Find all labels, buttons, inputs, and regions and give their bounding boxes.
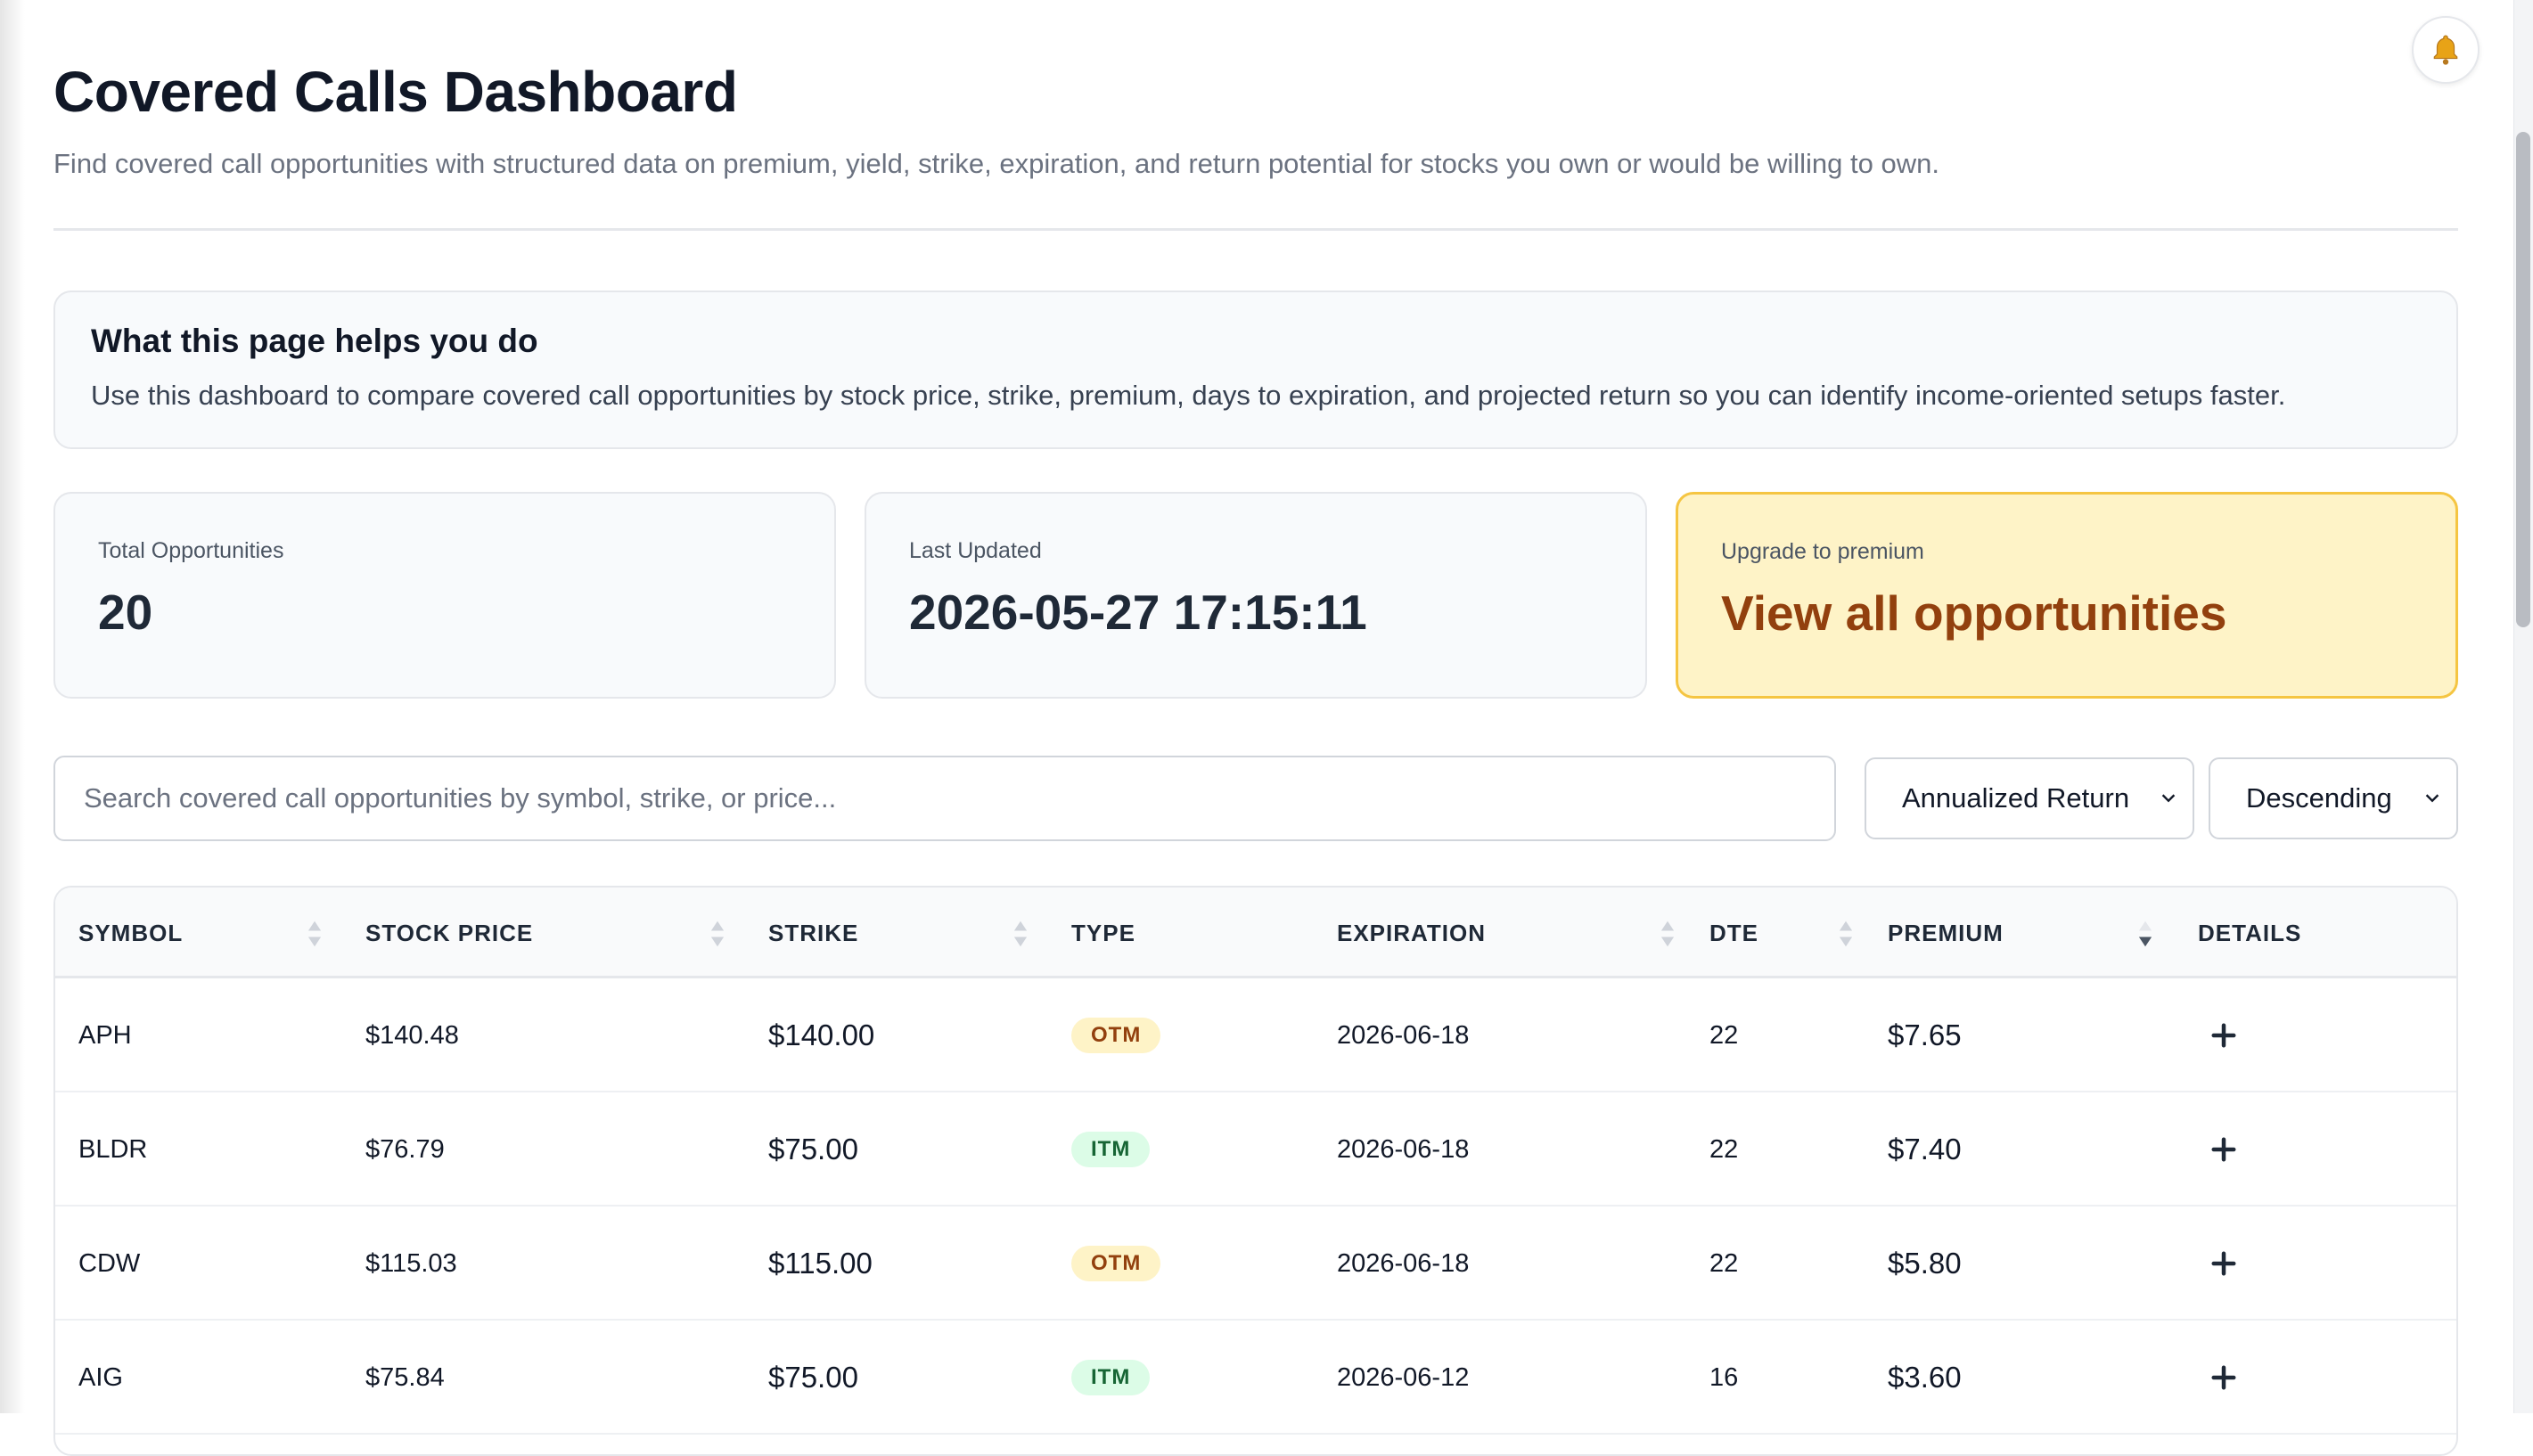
table-row: BLDR $76.79 $75.00 ITM 2026-06-18 22 $7.… bbox=[55, 1092, 2456, 1207]
expand-details-button[interactable] bbox=[2210, 1207, 2237, 1321]
column-header-type: TYPE bbox=[1071, 919, 1135, 946]
cell-strike: $75.00 bbox=[768, 1361, 858, 1394]
search-input[interactable] bbox=[53, 756, 1836, 841]
last-updated-value: 2026-05-27 17:15:11 bbox=[909, 585, 1367, 640]
total-opportunities-card: Total Opportunities 20 bbox=[53, 492, 836, 699]
cell-symbol: CDW bbox=[78, 1248, 141, 1278]
cell-stock-price: $75.84 bbox=[365, 1362, 445, 1392]
page-subtitle: Find covered call opportunities with str… bbox=[53, 148, 1939, 179]
column-header-strike[interactable]: STRIKE bbox=[768, 888, 858, 978]
plus-icon bbox=[2211, 1251, 2236, 1276]
view-all-opportunities-link[interactable]: View all opportunities bbox=[1721, 585, 2413, 642]
table-row: AIG $75.84 $75.00 ITM 2026-06-12 16 $3.6… bbox=[55, 1321, 2456, 1435]
cell-premium: $5.80 bbox=[1888, 1247, 1962, 1280]
plus-icon bbox=[2211, 1365, 2236, 1390]
cell-type: ITM bbox=[1071, 1321, 1151, 1435]
column-header-premium[interactable]: PREMIUM bbox=[1888, 888, 2004, 978]
page-title: Covered Calls Dashboard bbox=[53, 60, 738, 124]
sort-icon[interactable] bbox=[1660, 920, 1676, 948]
cell-premium: $3.60 bbox=[1888, 1361, 1962, 1394]
type-badge: ITM bbox=[1071, 1132, 1151, 1167]
bell-icon bbox=[2433, 35, 2458, 65]
sort-field-value: Annualized Return bbox=[1902, 782, 2130, 814]
header-divider bbox=[53, 228, 2458, 231]
cell-symbol: AIG bbox=[78, 1362, 123, 1392]
sort-order-select[interactable]: Descending bbox=[2209, 757, 2458, 839]
cell-expiration: 2026-06-18 bbox=[1337, 1248, 1470, 1278]
info-card: What this page helps you do Use this das… bbox=[53, 290, 2458, 449]
last-updated-label: Last Updated bbox=[909, 538, 1042, 563]
sidebar-edge-shadow bbox=[0, 0, 25, 1413]
sort-icon[interactable] bbox=[1838, 920, 1854, 948]
sort-icon[interactable] bbox=[2137, 920, 2153, 948]
scrollbar-thumb[interactable] bbox=[2516, 132, 2530, 627]
upgrade-premium-label: Upgrade to premium bbox=[1721, 539, 1924, 564]
cell-stock-price: $115.03 bbox=[365, 1248, 457, 1278]
table-row: APH $140.48 $140.00 OTM 2026-06-18 22 $7… bbox=[55, 978, 2456, 1092]
opportunities-table: SYMBOL STOCK PRICE STRIKE TYPE EXPIRATIO… bbox=[53, 886, 2458, 1456]
total-opportunities-value: 20 bbox=[98, 585, 153, 640]
cell-stock-price: $140.48 bbox=[365, 1020, 459, 1050]
total-opportunities-label: Total Opportunities bbox=[98, 538, 284, 563]
cell-expiration: 2026-06-12 bbox=[1337, 1362, 1470, 1392]
cell-symbol: APH bbox=[78, 1020, 132, 1050]
sort-icon[interactable] bbox=[1012, 920, 1029, 948]
cell-strike: $115.00 bbox=[768, 1247, 873, 1280]
cell-symbol: BLDR bbox=[78, 1134, 148, 1164]
sort-icon[interactable] bbox=[709, 920, 725, 948]
expand-details-button[interactable] bbox=[2210, 978, 2237, 1092]
cell-dte: 22 bbox=[1709, 1134, 1739, 1164]
cell-dte: 22 bbox=[1709, 1248, 1739, 1278]
cell-strike: $140.00 bbox=[768, 1018, 875, 1051]
column-header-stock-price[interactable]: STOCK PRICE bbox=[365, 888, 533, 978]
page-scrollbar[interactable] bbox=[2513, 0, 2533, 1413]
cell-stock-price: $76.79 bbox=[365, 1134, 445, 1164]
cell-expiration: 2026-06-18 bbox=[1337, 1134, 1470, 1164]
type-badge: OTM bbox=[1071, 1018, 1161, 1053]
plus-icon bbox=[2211, 1137, 2236, 1162]
plus-icon bbox=[2211, 1023, 2236, 1048]
column-header-expiration[interactable]: EXPIRATION bbox=[1337, 888, 1486, 978]
column-header-dte[interactable]: DTE bbox=[1709, 888, 1758, 978]
sort-field-select[interactable]: Annualized Return bbox=[1865, 757, 2194, 839]
sort-order-value: Descending bbox=[2246, 782, 2392, 814]
column-header-details: DETAILS bbox=[2198, 919, 2302, 946]
cell-type: ITM bbox=[1071, 1092, 1151, 1207]
cell-expiration: 2026-06-18 bbox=[1337, 1020, 1470, 1050]
sort-icon[interactable] bbox=[307, 920, 323, 948]
cell-type: OTM bbox=[1071, 978, 1161, 1092]
info-text: Use this dashboard to compare covered ca… bbox=[91, 380, 2286, 411]
type-badge: ITM bbox=[1071, 1360, 1151, 1395]
upgrade-premium-card[interactable]: Upgrade to premium View all opportunitie… bbox=[1676, 492, 2458, 699]
type-badge: OTM bbox=[1071, 1246, 1161, 1281]
expand-details-button[interactable] bbox=[2210, 1092, 2237, 1207]
dashboard-page: Covered Calls Dashboard Find covered cal… bbox=[0, 0, 2533, 1456]
cell-type: OTM bbox=[1071, 1207, 1161, 1321]
chevron-down-icon bbox=[2425, 794, 2439, 803]
cell-strike: $75.00 bbox=[768, 1133, 858, 1166]
last-updated-card: Last Updated 2026-05-27 17:15:11 bbox=[865, 492, 1647, 699]
table-header: SYMBOL STOCK PRICE STRIKE TYPE EXPIRATIO… bbox=[55, 888, 2456, 978]
notifications-button[interactable] bbox=[2412, 16, 2480, 84]
cell-dte: 22 bbox=[1709, 1020, 1739, 1050]
column-header-symbol[interactable]: SYMBOL bbox=[78, 888, 183, 978]
cell-premium: $7.65 bbox=[1888, 1018, 1962, 1051]
cell-dte: 16 bbox=[1709, 1362, 1739, 1392]
chevron-down-icon bbox=[2161, 794, 2176, 803]
cell-premium: $7.40 bbox=[1888, 1133, 1962, 1166]
info-title: What this page helps you do bbox=[91, 323, 538, 359]
expand-details-button[interactable] bbox=[2210, 1321, 2237, 1435]
table-row: CDW $115.03 $115.00 OTM 2026-06-18 22 $5… bbox=[55, 1207, 2456, 1321]
